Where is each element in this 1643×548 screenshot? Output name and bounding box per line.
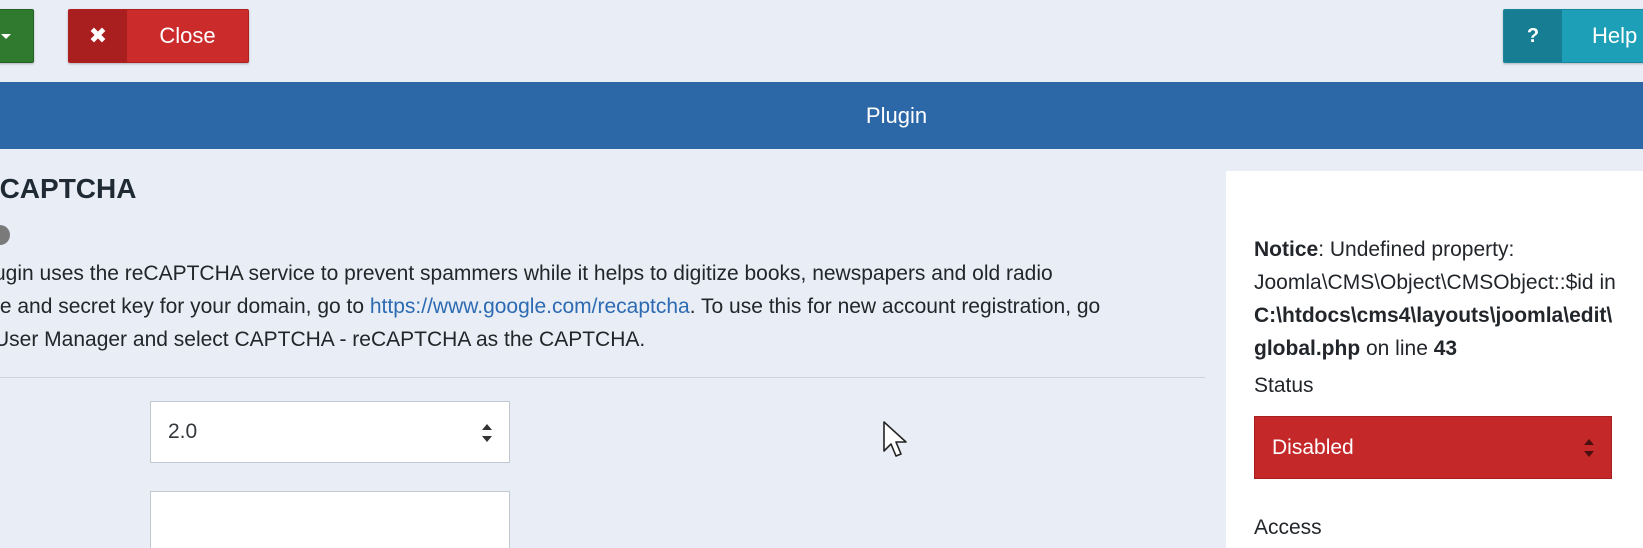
page-title: Plugin [865, 102, 928, 128]
recaptcha-link[interactable]: https://www.google.com/recaptcha [370, 295, 690, 318]
notice-text: : Undefined property: [1318, 238, 1515, 261]
mouse-pointer-icon [883, 421, 907, 457]
notice-line: Joomla\CMS\Object\CMSObject::$id in [1254, 271, 1616, 294]
access-label: Access [1254, 516, 1322, 539]
notice-label: Notice [1254, 238, 1319, 261]
divider [0, 377, 1205, 378]
version-select[interactable]: 2.0 [150, 401, 510, 463]
close-button-label: Close [159, 23, 216, 48]
notice-file: global.php [1254, 337, 1361, 360]
page-header: Plugin [0, 82, 1643, 149]
description-text: . To use this for new account registrati… [689, 295, 1101, 318]
notice-line-number: 43 [1433, 337, 1458, 360]
plugin-title: eCAPTCHA [0, 173, 137, 204]
info-icon [0, 225, 10, 245]
plugin-details: eCAPTCHA ugin uses the reCAPTCHA service… [0, 149, 1205, 548]
close-button[interactable]: ✖ Close [68, 9, 249, 63]
version-select-value: 2.0 [168, 420, 198, 443]
question-icon: ? [1504, 10, 1562, 62]
notice-path: C:\htdocs\cms4\layouts\joomla\edit\ [1254, 304, 1613, 327]
description-line: te and secret key for your domain, go to… [0, 290, 1199, 323]
php-notice: Notice: Undefined property: Joomla\CMS\O… [1254, 233, 1643, 365]
plugin-description: ugin uses the reCAPTCHA service to preve… [0, 257, 1199, 356]
status-select[interactable]: Disabled [1254, 416, 1612, 479]
save-dropdown-button[interactable] [0, 9, 34, 63]
status-select-value: Disabled [1272, 435, 1354, 459]
site-key-input[interactable] [150, 491, 510, 548]
select-arrows-icon [481, 424, 493, 442]
select-arrows-icon [1583, 439, 1595, 457]
notice-line: Notice: Undefined property: [1254, 233, 1643, 266]
description-line: User Manager and select CAPTCHA - reCAPT… [0, 328, 646, 351]
sidebar-panel: Notice: Undefined property: Joomla\CMS\O… [1226, 171, 1643, 548]
notice-line: C:\htdocs\cms4\layouts\joomla\edit\ [1254, 299, 1643, 332]
caret-down-icon [1, 33, 11, 39]
description-text: te and secret key for your domain, go to [0, 295, 370, 318]
help-button-label: Help [1592, 23, 1638, 48]
close-icon: ✖ [69, 10, 127, 62]
notice-text: on line [1360, 337, 1434, 360]
notice-line: global.php on line 43 [1254, 332, 1643, 365]
status-label: Status [1254, 374, 1314, 397]
help-button[interactable]: ? Help [1503, 9, 1643, 63]
description-line: ugin uses the reCAPTCHA service to preve… [0, 262, 1053, 285]
toolbar: ✖ Close ? Help [0, 0, 1643, 82]
